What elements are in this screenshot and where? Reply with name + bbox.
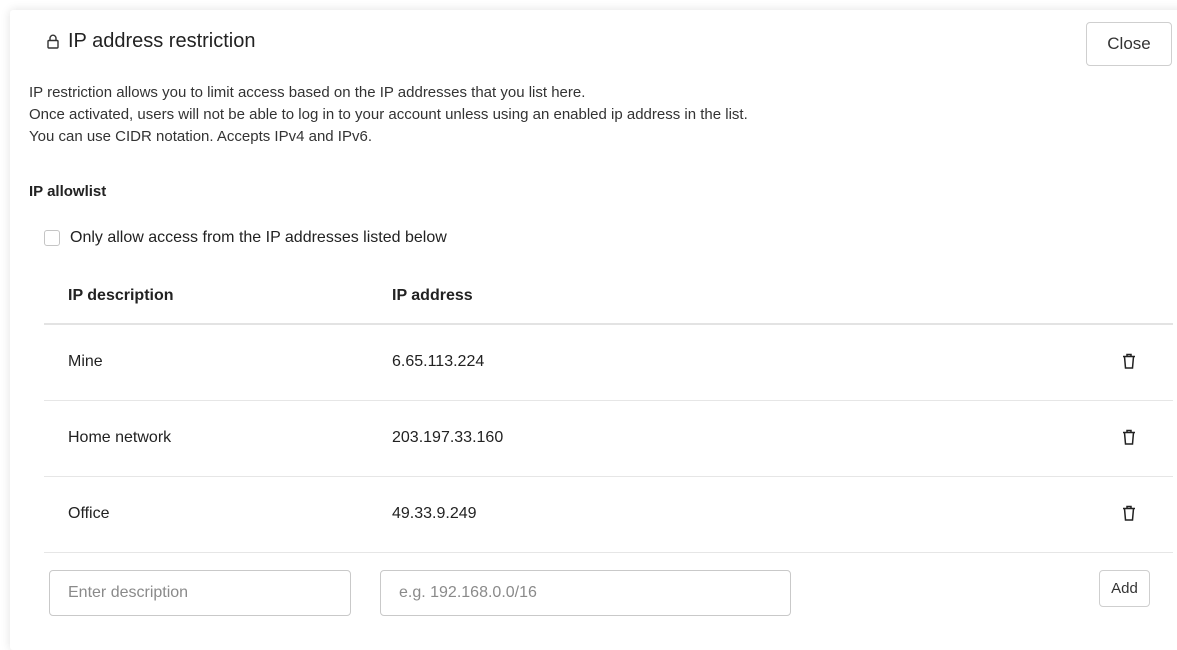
page-title-text: IP address restriction	[68, 30, 256, 52]
description-line: You can use CIDR notation. Accepts IPv4 …	[29, 128, 372, 145]
add-button[interactable]: Add	[1099, 570, 1150, 607]
description: IP restriction allows you to limit acces…	[29, 82, 748, 148]
description-line: IP restriction allows you to limit acces…	[29, 84, 586, 101]
ip-address-cell: 6.65.113.224	[392, 353, 485, 370]
trash-icon[interactable]	[1122, 505, 1138, 523]
description-line: Once activated, users will not be able t…	[29, 106, 748, 123]
table-row: Office 49.33.9.249	[44, 477, 1173, 553]
description-input[interactable]	[49, 570, 351, 616]
table-header: IP description IP address	[44, 270, 1173, 325]
ip-address-cell: 203.197.33.160	[392, 429, 504, 446]
trash-icon[interactable]	[1122, 429, 1138, 447]
lock-icon	[46, 33, 60, 51]
allowlist-title: IP allowlist	[29, 183, 107, 200]
ip-table: IP description IP address Mine 6.65.113.…	[44, 270, 1173, 553]
ip-address-cell: 49.33.9.249	[392, 505, 477, 522]
close-button[interactable]: Close	[1086, 22, 1172, 66]
page-title: IP address restriction	[46, 30, 256, 53]
table-row: Home network 203.197.33.160	[44, 401, 1173, 477]
ip-description-cell: Office	[68, 505, 110, 522]
column-header-description: IP description	[68, 287, 174, 304]
trash-icon[interactable]	[1122, 353, 1138, 371]
allowlist-checkbox-label[interactable]: Only allow access from the IP addresses …	[70, 229, 447, 247]
table-row: Mine 6.65.113.224	[44, 325, 1173, 401]
ip-address-input[interactable]	[380, 570, 791, 616]
allowlist-checkbox-row[interactable]: Only allow access from the IP addresses …	[44, 229, 447, 247]
ip-description-cell: Home network	[68, 429, 172, 446]
ip-description-cell: Mine	[68, 353, 103, 370]
allowlist-checkbox[interactable]	[44, 230, 60, 246]
column-header-address: IP address	[392, 287, 473, 304]
